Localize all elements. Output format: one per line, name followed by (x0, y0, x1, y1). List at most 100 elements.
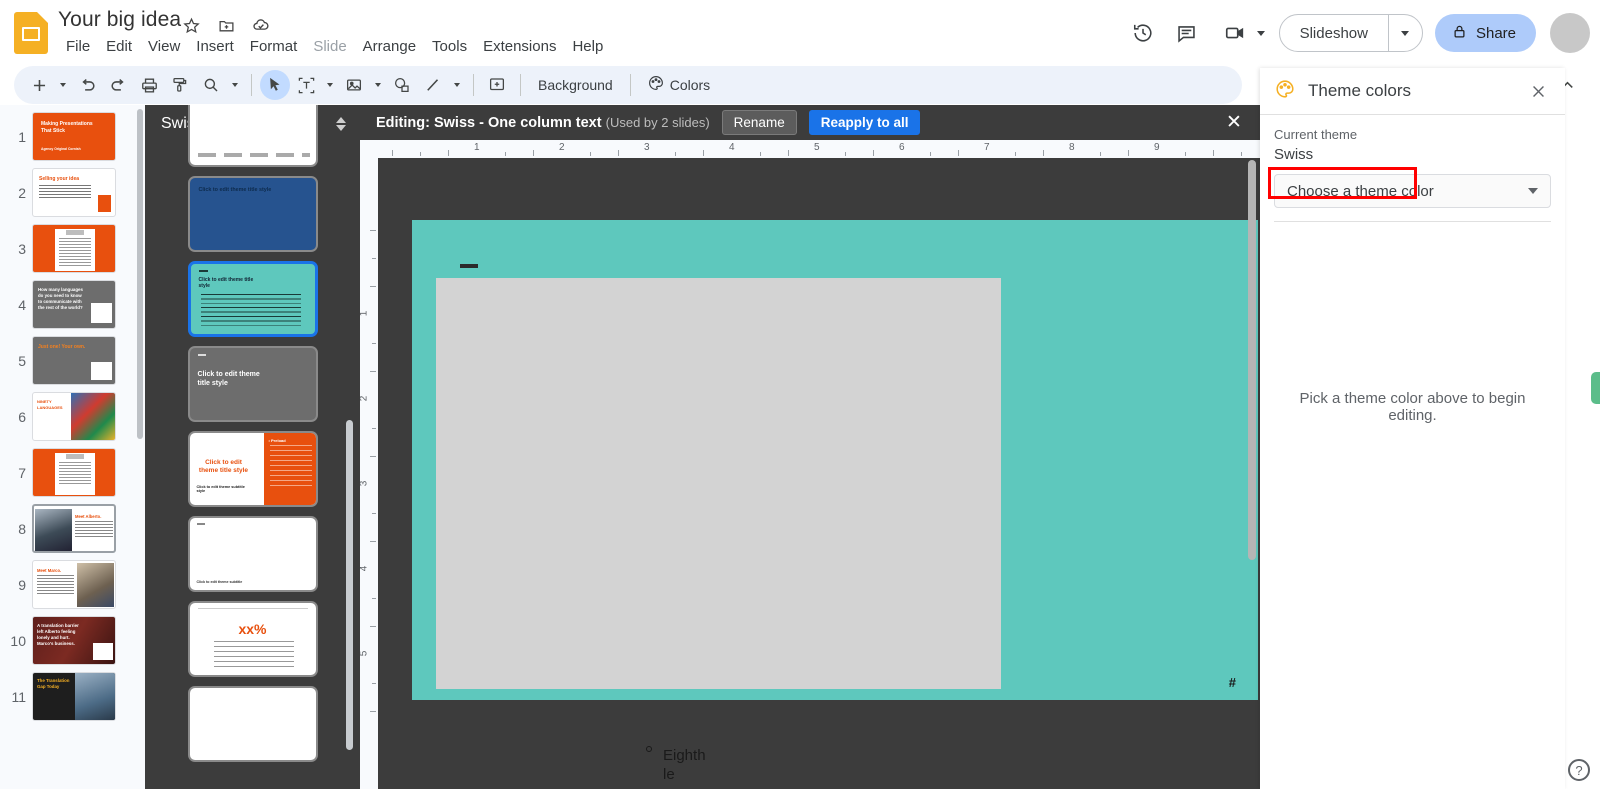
comment-add-icon[interactable] (482, 70, 512, 100)
menu-file[interactable]: File (58, 36, 98, 57)
layouts-panel[interactable]: Swiss Click to edit theme title style Cl… (145, 105, 360, 789)
version-history-icon[interactable] (1124, 14, 1162, 52)
menu-edit[interactable]: Edit (98, 36, 140, 57)
share-button[interactable]: Share (1434, 14, 1536, 52)
layout-item-gray[interactable]: Click to edit theme title style (187, 346, 318, 422)
list-item[interactable]: 3 (0, 217, 145, 273)
menu-arrange[interactable]: Arrange (355, 36, 424, 57)
paint-format-icon[interactable] (165, 70, 195, 100)
list-item[interactable]: 2 Selling your idea (0, 161, 145, 217)
theme-color-select[interactable]: Choose a theme color (1268, 167, 1551, 208)
layout-orange-block: • Preload (263, 433, 316, 505)
line-dropdown-caret-icon[interactable] (449, 70, 465, 100)
select-cursor-icon[interactable] (260, 70, 290, 100)
menu-tools[interactable]: Tools (424, 36, 475, 57)
layout-item-partial-top[interactable] (187, 105, 318, 167)
slide-page[interactable]: # (412, 220, 1258, 700)
chevron-down-icon[interactable] (1528, 188, 1538, 194)
slide-thumbnail[interactable] (32, 224, 116, 273)
reapply-to-all-button[interactable]: Reapply to all (808, 110, 921, 135)
slide-thumbnail[interactable]: The Translation Gap Today (32, 672, 116, 721)
toolbar-divider (251, 74, 252, 96)
slide-filmstrip[interactable]: 1 Making Presentations That Stick Agency… (0, 105, 145, 789)
cloud-saved-icon[interactable] (250, 14, 272, 36)
slide-thumbnail[interactable]: NINETY LANGUAGES (32, 392, 116, 441)
plus-icon[interactable] (24, 70, 54, 100)
layout-item-blue[interactable]: Click to edit theme title style (187, 176, 318, 252)
sort-arrows-icon[interactable] (336, 117, 346, 131)
move-to-folder-icon[interactable] (215, 14, 237, 36)
menu-help[interactable]: Help (564, 36, 611, 57)
rename-button[interactable]: Rename (721, 110, 797, 135)
image-icon[interactable] (339, 70, 369, 100)
list-item[interactable]: 5 Just one! Your own. (0, 329, 145, 385)
layout-item-orange-split[interactable]: • Preload Click to edit theme title styl… (187, 431, 318, 507)
slide-thumbnail[interactable]: How many languages do you need to know t… (32, 280, 116, 329)
layout-edit-bar: Editing: Swiss - One column text (Used b… (360, 105, 1260, 140)
image-dropdown-caret-icon[interactable] (370, 70, 386, 100)
filmstrip-scrollbar[interactable] (137, 109, 143, 439)
menu-view[interactable]: View (140, 36, 188, 57)
slide-thumbnail[interactable]: Just one! Your own. (32, 336, 116, 385)
zoom-icon[interactable] (196, 70, 226, 100)
slideshow-button[interactable]: Slideshow (1280, 15, 1388, 51)
user-avatar[interactable] (1550, 13, 1590, 53)
document-title[interactable]: Your big idea (58, 8, 181, 32)
list-item[interactable]: 10 A translation barrier left Alberto fe… (0, 609, 145, 665)
list-item[interactable]: 9 Meet Marco. (0, 553, 145, 609)
slideshow-dropdown-caret-icon[interactable] (1387, 15, 1422, 51)
shape-icon[interactable] (387, 70, 417, 100)
line-icon[interactable] (418, 70, 448, 100)
layout-body-lines (200, 294, 301, 328)
redo-icon[interactable] (103, 70, 133, 100)
menu-slide[interactable]: Slide (305, 36, 354, 57)
slide-thumbnail[interactable]: Meet Marco. (32, 560, 116, 609)
print-icon[interactable] (134, 70, 164, 100)
text-box-dropdown-caret-icon[interactable] (322, 70, 338, 100)
layout-item-blank[interactable] (187, 686, 318, 762)
layout-item-one-column-text[interactable]: Click to edit theme title style (187, 261, 318, 337)
slide-thumbnail[interactable]: Making Presentations That Stick Agency O… (32, 112, 116, 161)
slide-thumbnail[interactable]: Selling your idea (32, 168, 116, 217)
body-placeholder[interactable] (436, 278, 1001, 689)
list-item[interactable]: 1 Making Presentations That Stick Agency… (0, 105, 145, 161)
slide-thumbnail[interactable]: A translation barrier left Alberto feeli… (32, 616, 116, 665)
layout-item-white-caption[interactable]: Click to edit theme subtitle (187, 516, 318, 592)
menu-insert[interactable]: Insert (188, 36, 242, 57)
new-slide-dropdown-caret-icon[interactable] (55, 70, 71, 100)
help-icon[interactable]: ? (1568, 759, 1590, 781)
horizontal-ruler: 1 2 3 4 5 6 7 8 9 (378, 140, 1260, 158)
layouts-scrollbar[interactable] (346, 420, 353, 750)
side-tab-indicator[interactable] (1591, 372, 1600, 404)
menu-format[interactable]: Format (242, 36, 306, 57)
undo-icon[interactable] (72, 70, 102, 100)
canvas-scrollbar[interactable] (1248, 160, 1256, 560)
menu-extensions[interactable]: Extensions (475, 36, 564, 57)
close-icon[interactable]: ✕ (1222, 111, 1246, 135)
layout-item-big-number[interactable]: xx% (187, 601, 318, 677)
slide-canvas[interactable]: # Eighth le (378, 158, 1260, 789)
slide-thumbnail[interactable]: Meet Alberto. (32, 504, 116, 553)
meet-dropdown-caret-icon[interactable] (1256, 30, 1265, 36)
ruler-label: 1 (360, 311, 369, 317)
slide-number: 9 (18, 577, 26, 593)
star-icon[interactable] (180, 14, 202, 36)
close-icon[interactable] (1523, 76, 1553, 106)
list-item[interactable]: 4 How many languages do you need to know… (0, 273, 145, 329)
layout-body-lines (213, 641, 294, 667)
list-item[interactable]: 11 The Translation Gap Today (0, 665, 145, 721)
thumb-photo (75, 673, 115, 720)
ruler-label: 9 (1154, 142, 1160, 153)
zoom-dropdown-caret-icon[interactable] (227, 70, 243, 100)
slide-thumbnail[interactable] (32, 448, 116, 497)
list-item[interactable]: 8 Meet Alberto. (0, 497, 145, 553)
background-button[interactable]: Background (529, 72, 622, 98)
list-item[interactable]: 6 NINETY LANGUAGES (0, 385, 145, 441)
list-item[interactable]: 7 (0, 441, 145, 497)
meet-video-button[interactable] (1212, 14, 1269, 52)
meet-video-icon[interactable] (1216, 14, 1254, 52)
colors-button[interactable]: Colors (639, 71, 718, 100)
slide-number: 10 (10, 633, 26, 649)
text-box-icon[interactable] (291, 70, 321, 100)
comment-icon[interactable] (1168, 14, 1206, 52)
